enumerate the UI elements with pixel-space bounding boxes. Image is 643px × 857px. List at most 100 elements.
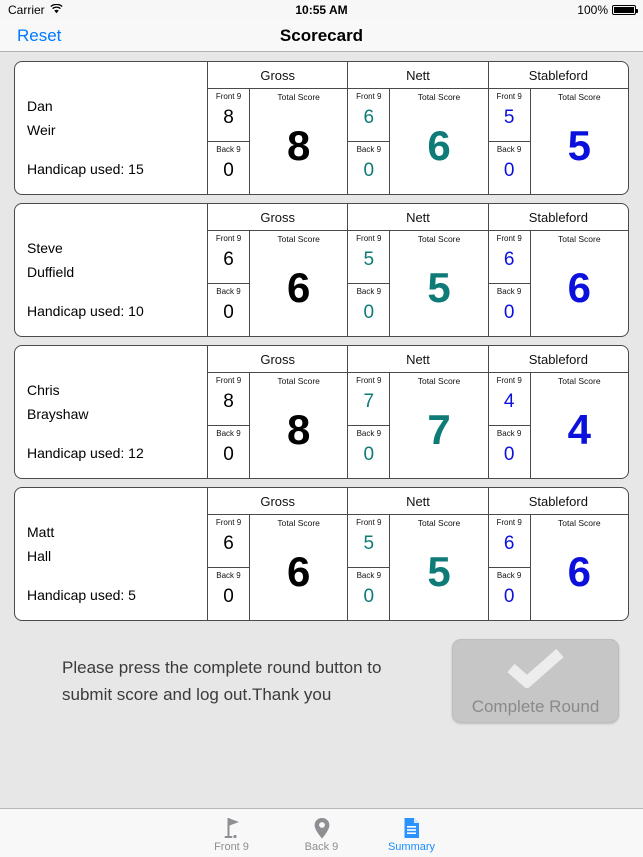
tab-item-summary[interactable]: Summary xyxy=(367,809,457,857)
front-nine-cell: Front 9 6 xyxy=(488,231,530,284)
category-body: Front 9 4 Back 9 0 Total Score 4 xyxy=(488,373,628,478)
total-score-label: Total Score xyxy=(277,518,320,528)
back-nine-value: 0 xyxy=(223,302,234,323)
front-nine-cell: Front 9 8 xyxy=(208,89,249,142)
player-info-cell: Dan Weir Handicap used: 15 xyxy=(15,62,208,194)
total-score-cell: Total Score 5 xyxy=(390,515,487,620)
front-nine-cell: Front 9 5 xyxy=(488,89,530,142)
footer-area: Please press the complete round button t… xyxy=(0,621,643,723)
player-info-cell: Steve Duffield Handicap used: 10 xyxy=(15,204,208,336)
total-score-label: Total Score xyxy=(558,92,601,102)
total-score-value: 5 xyxy=(567,122,591,169)
category-header-gross: Gross xyxy=(208,204,348,231)
total-score-value: 6 xyxy=(286,548,311,595)
back-nine-cell: Back 9 0 xyxy=(348,426,389,478)
scorecard-row: Chris Brayshaw Handicap used: 12 Gross Front… xyxy=(14,345,629,479)
total-score-label: Total Score xyxy=(417,518,461,528)
front-nine-label: Front 9 xyxy=(496,518,522,527)
halves-column: Front 9 6 Back 9 0 xyxy=(208,515,250,620)
back-nine-cell: Back 9 0 xyxy=(489,142,530,194)
front-nine-value: 6 xyxy=(503,249,515,270)
category-body: Front 9 6 Back 9 0 Total Score 6 xyxy=(488,515,628,620)
front-nine-label: Front 9 xyxy=(215,376,242,385)
back-nine-cell: Back 9 0 xyxy=(208,426,249,478)
status-bar-time: 10:55 AM xyxy=(295,3,348,17)
total-score-cell: Total Score 8 xyxy=(250,89,347,194)
tab-bar: Front 9 Back 9 Summary xyxy=(0,808,643,857)
category-column-gross: Gross Front 9 6 Back 9 0 Total Score 6 xyxy=(208,488,349,620)
front-nine-value: 6 xyxy=(363,107,375,128)
carrier-label: Carrier xyxy=(8,3,45,17)
tab-item-front-9[interactable]: Front 9 xyxy=(187,809,277,857)
front-nine-label: Front 9 xyxy=(496,234,522,243)
category-header-nett: Nett xyxy=(348,204,488,231)
player-first-name: Steve xyxy=(27,240,63,256)
scorecard-row: Steve Duffield Handicap used: 10 Gross Front… xyxy=(14,203,629,337)
tab-label: Front 9 xyxy=(214,840,249,853)
category-header-stableford: Stableford xyxy=(488,488,628,515)
back-nine-value: 0 xyxy=(223,586,234,607)
back-nine-value: 0 xyxy=(503,444,515,465)
complete-round-button[interactable]: Complete Round xyxy=(452,639,619,723)
player-handicap: Handicap used: 5 xyxy=(27,587,136,603)
front-nine-cell: Front 9 6 xyxy=(208,231,249,284)
tab-item-back-9[interactable]: Back 9 xyxy=(277,809,367,857)
back-nine-label: Back 9 xyxy=(496,429,522,438)
category-column-stableford: Stableford Front 9 6 Back 9 0 Total Score 6 xyxy=(488,204,628,336)
front-nine-value: 5 xyxy=(363,249,375,270)
back-nine-label: Back 9 xyxy=(496,287,522,296)
player-first-name: Dan xyxy=(27,98,53,114)
front-nine-value: 7 xyxy=(363,391,375,412)
player-handicap: Handicap used: 15 xyxy=(27,161,144,177)
scorecard-row: Matt Hall Handicap used: 5 Gross Front 9 6 Bac… xyxy=(14,487,629,621)
front-nine-value: 6 xyxy=(223,249,234,270)
category-body: Front 9 5 Back 9 0 Total Score 5 xyxy=(348,515,487,620)
front-nine-cell: Front 9 6 xyxy=(208,515,249,568)
category-header-nett: Nett xyxy=(348,488,488,515)
front-nine-cell: Front 9 6 xyxy=(488,515,530,568)
player-info-cell: Chris Brayshaw Handicap used: 12 xyxy=(15,346,208,478)
front-nine-label: Front 9 xyxy=(215,92,242,101)
halves-column: Front 9 8 Back 9 0 xyxy=(208,89,250,194)
category-column-stableford: Stableford Front 9 4 Back 9 0 Total Score 4 xyxy=(488,346,628,478)
total-score-value: 8 xyxy=(286,406,311,453)
front-nine-cell: Front 9 6 xyxy=(348,89,390,142)
front-nine-label: Front 9 xyxy=(496,376,522,385)
category-body: Front 9 5 Back 9 0 Total Score 5 xyxy=(488,89,628,194)
front-nine-label: Front 9 xyxy=(215,518,242,527)
total-score-label: Total Score xyxy=(558,376,601,386)
front-nine-value: 8 xyxy=(223,391,234,412)
back-nine-cell: Back 9 0 xyxy=(208,284,249,336)
back-nine-value: 0 xyxy=(363,160,375,181)
front-nine-value: 6 xyxy=(223,533,234,554)
category-body: Front 9 7 Back 9 0 Total Score 7 xyxy=(348,373,487,478)
scorecard-list: Dan Weir Handicap used: 15 Gross Front 9 8 Bac… xyxy=(0,52,643,621)
total-score-cell: Total Score 6 xyxy=(531,231,628,336)
total-score-label: Total Score xyxy=(417,234,461,244)
category-column-gross: Gross Front 9 6 Back 9 0 Total Score 6 xyxy=(208,204,349,336)
total-score-cell: Total Score 8 xyxy=(250,373,347,478)
document-icon xyxy=(401,816,422,840)
total-score-value: 8 xyxy=(286,122,311,169)
status-bar-right: 100% xyxy=(577,3,643,17)
total-score-label: Total Score xyxy=(417,376,461,386)
category-body: Front 9 8 Back 9 0 Total Score 8 xyxy=(208,373,347,478)
front-nine-label: Front 9 xyxy=(356,376,382,385)
player-handicap: Handicap used: 12 xyxy=(27,445,144,461)
halves-column: Front 9 6 Back 9 0 xyxy=(208,231,250,336)
back-nine-value: 0 xyxy=(503,586,515,607)
back-nine-cell: Back 9 0 xyxy=(489,284,530,336)
player-last-name: Brayshaw xyxy=(27,406,89,422)
total-score-value: 5 xyxy=(427,264,451,311)
category-column-stableford: Stableford Front 9 5 Back 9 0 Total Score 5 xyxy=(488,62,628,194)
category-header-stableford: Stableford xyxy=(488,346,628,373)
total-score-label: Total Score xyxy=(417,92,461,102)
tab-label: Summary xyxy=(387,840,436,853)
battery-full-icon xyxy=(612,5,638,15)
reset-button[interactable]: Reset xyxy=(0,26,61,46)
front-nine-label: Front 9 xyxy=(496,92,522,101)
front-nine-cell: Front 9 7 xyxy=(348,373,390,426)
player-first-name: Chris xyxy=(27,382,60,398)
total-score-cell: Total Score 6 xyxy=(390,89,487,194)
back-nine-label: Back 9 xyxy=(356,429,382,438)
